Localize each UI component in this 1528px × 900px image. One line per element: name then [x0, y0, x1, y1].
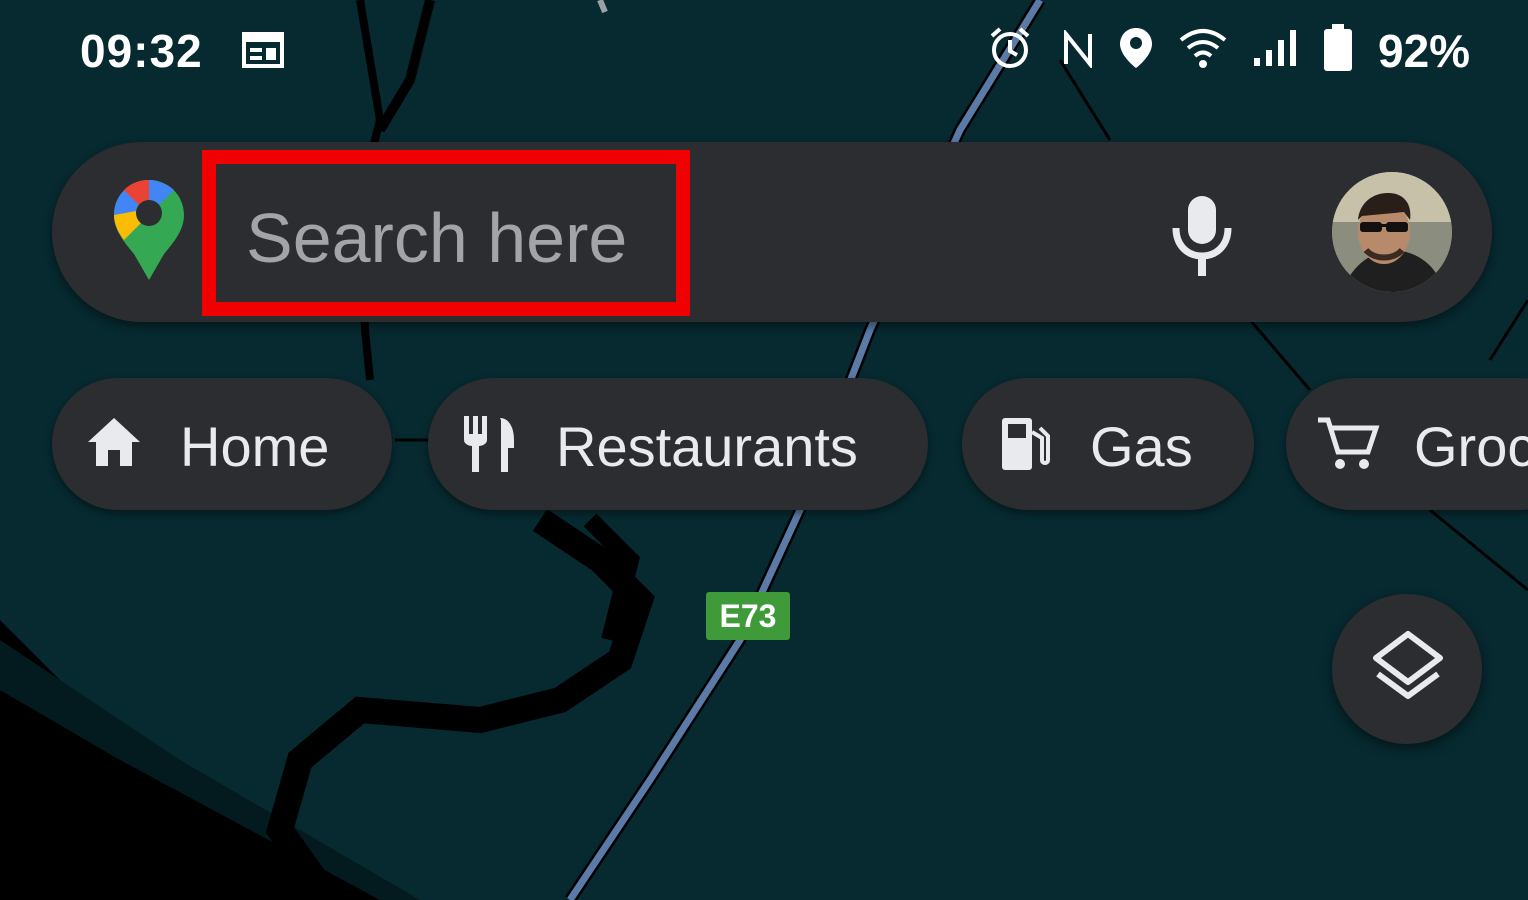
chip-gas[interactable]: Gas	[962, 378, 1254, 510]
nfc-icon	[1062, 28, 1094, 73]
chip-groceries[interactable]: Groc	[1286, 378, 1528, 510]
chip-home[interactable]: Home	[52, 378, 392, 510]
status-time: 09:32	[80, 25, 203, 77]
chip-label: Gas	[1090, 415, 1193, 478]
chip-label: Groc	[1414, 415, 1528, 478]
chip-label: Home	[180, 415, 330, 478]
search-bar[interactable]: Search here	[52, 142, 1492, 322]
chip-label: Restaurants	[556, 415, 858, 478]
wifi-icon	[1178, 26, 1228, 75]
signal-icon	[1252, 28, 1300, 73]
location-icon	[1118, 26, 1154, 75]
chip-restaurants[interactable]: Restaurants	[428, 378, 928, 510]
status-bar: 09:32 92%	[0, 0, 1528, 100]
battery-icon	[1322, 24, 1354, 77]
alarm-icon	[988, 26, 1032, 75]
restaurant-icon	[460, 414, 520, 479]
search-placeholder: Search here	[246, 199, 628, 277]
search-input[interactable]: Search here	[202, 150, 690, 316]
avatar[interactable]	[1332, 172, 1452, 292]
mic-icon[interactable]	[1162, 190, 1242, 280]
cart-icon	[1316, 414, 1380, 479]
layers-button[interactable]	[1332, 594, 1482, 744]
calendar-icon	[242, 30, 284, 73]
gas-station-icon	[998, 414, 1054, 479]
google-maps-pin-icon	[112, 178, 186, 287]
route-shield-e73[interactable]: E73	[706, 592, 790, 640]
layers-icon	[1372, 630, 1444, 711]
battery-percentage: 92%	[1378, 25, 1471, 77]
home-icon	[84, 414, 144, 475]
